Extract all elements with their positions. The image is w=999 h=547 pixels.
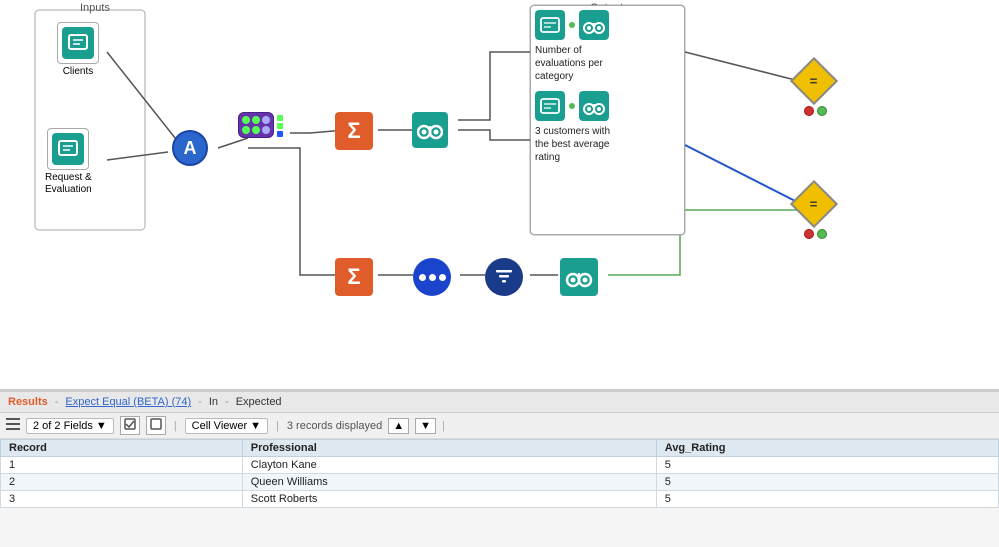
inputs-label: Inputs bbox=[80, 2, 110, 14]
cell-record: 1 bbox=[1, 457, 243, 474]
results-table-body: 1Clayton Kane52Queen Williams53Scott Rob… bbox=[1, 457, 999, 508]
a-circle-node[interactable]: A bbox=[172, 130, 208, 166]
table-row: 3Scott Roberts5 bbox=[1, 491, 999, 508]
table-row: 1Clayton Kane5 bbox=[1, 457, 999, 474]
table-row: 2Queen Williams5 bbox=[1, 474, 999, 491]
fields-dropdown[interactable]: 2 of 2 Fields ▼ bbox=[26, 418, 114, 434]
diamond-node-1[interactable]: = bbox=[793, 60, 837, 116]
col-professional[interactable]: Professional bbox=[242, 440, 656, 457]
col-record[interactable]: Record bbox=[1, 440, 243, 457]
output-label-2: 3 customers withthe best averagerating bbox=[535, 125, 680, 164]
deselect-icon[interactable] bbox=[146, 416, 166, 435]
diamond-node-2[interactable]: = bbox=[793, 183, 837, 239]
sep1: - bbox=[55, 396, 59, 408]
blue-dots-node[interactable] bbox=[413, 258, 451, 296]
records-count: 3 records displayed bbox=[287, 420, 382, 432]
cell-avg-rating: 5 bbox=[656, 457, 998, 474]
results-label: Results bbox=[8, 396, 48, 408]
menu-icon[interactable] bbox=[6, 417, 20, 434]
bar-filter-node[interactable] bbox=[485, 258, 523, 296]
results-table-container: Record Professional Avg_Rating 1Clayton … bbox=[0, 439, 999, 547]
sum-node-2[interactable]: Σ bbox=[335, 258, 373, 296]
request-eval-node[interactable]: Request & Evaluation bbox=[45, 128, 92, 196]
cell-record: 2 bbox=[1, 474, 243, 491]
col-avg-rating[interactable]: Avg_Rating bbox=[656, 440, 998, 457]
viewer-dropdown[interactable]: Cell Viewer ▼ bbox=[185, 418, 268, 434]
binoculars-node-1[interactable] bbox=[412, 112, 448, 148]
toolbar-sep-3: | bbox=[442, 420, 445, 432]
port-label: Expected bbox=[236, 396, 282, 408]
sep2: - bbox=[198, 396, 202, 408]
purple-node[interactable] bbox=[238, 112, 274, 138]
connection-lines bbox=[0, 0, 999, 389]
cell-professional: Clayton Kane bbox=[242, 457, 656, 474]
results-header: Results - Expect Equal (BETA) (74) - In … bbox=[0, 392, 999, 413]
output-box: Number ofevaluations percategory 3 custo… bbox=[530, 5, 685, 235]
workflow-canvas: Inputs Outputs Clients Request & Evaluat… bbox=[0, 0, 999, 390]
sort-up-icon[interactable]: ▲ bbox=[388, 418, 409, 434]
cell-professional: Queen Williams bbox=[242, 474, 656, 491]
sort-down-icon[interactable]: ▼ bbox=[415, 418, 436, 434]
toolbar-sep-2: | bbox=[276, 420, 279, 432]
output-label-1: Number ofevaluations percategory bbox=[535, 44, 680, 83]
sum-node-1[interactable]: Σ bbox=[335, 112, 373, 150]
select-all-icon[interactable] bbox=[120, 416, 140, 435]
toolbar-sep-1: | bbox=[174, 420, 177, 432]
cell-record: 3 bbox=[1, 491, 243, 508]
binoculars-node-2[interactable] bbox=[560, 258, 598, 296]
clients-node[interactable]: Clients bbox=[57, 22, 99, 78]
sep3: - bbox=[225, 396, 229, 408]
node-name[interactable]: Expect Equal (BETA) (74) bbox=[65, 396, 191, 408]
bottom-panel: Results - Expect Equal (BETA) (74) - In … bbox=[0, 390, 999, 547]
cell-professional: Scott Roberts bbox=[242, 491, 656, 508]
results-table: Record Professional Avg_Rating 1Clayton … bbox=[0, 439, 999, 508]
results-toolbar: 2 of 2 Fields ▼ | Cell Viewer ▼ | 3 reco… bbox=[0, 413, 999, 439]
direction-label: In bbox=[209, 396, 218, 408]
cell-avg-rating: 5 bbox=[656, 491, 998, 508]
cell-avg-rating: 5 bbox=[656, 474, 998, 491]
